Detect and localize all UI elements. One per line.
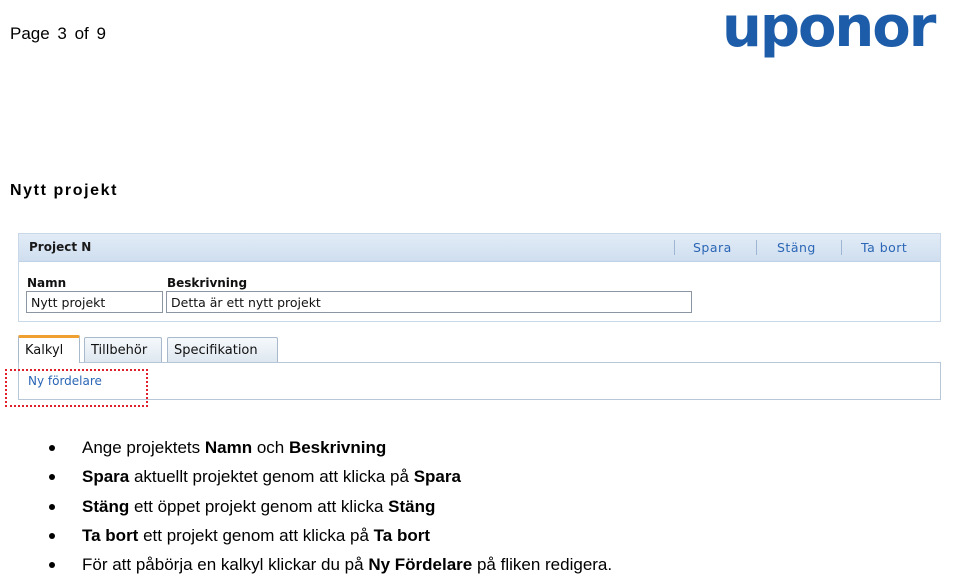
- section-title: Nytt projekt: [10, 182, 119, 199]
- save-link[interactable]: Spara: [693, 240, 732, 255]
- bold-text: Ta bort: [373, 526, 431, 545]
- separator: [756, 240, 757, 255]
- bold-text: Spara: [413, 467, 461, 486]
- project-panel: Project N Spara Stäng Ta bort Namn Beskr…: [18, 233, 941, 322]
- text: aktuellt projektet genom att klicka på: [129, 467, 414, 486]
- list-item: Ta bort ett projekt genom att klicka på …: [48, 526, 431, 546]
- tab-tillbehor[interactable]: Tillbehör: [84, 337, 162, 363]
- description-field[interactable]: [166, 291, 692, 313]
- text: För att påbörja en kalkyl klickar du på: [82, 555, 369, 574]
- name-label: Namn: [27, 276, 67, 290]
- project-title: Project N: [29, 240, 92, 254]
- bold-text: Ta bort: [82, 526, 139, 545]
- close-link[interactable]: Stäng: [777, 240, 816, 255]
- separator: [841, 240, 842, 255]
- separator: [674, 240, 675, 255]
- tab-specifikation[interactable]: Specifikation: [167, 337, 278, 363]
- delete-link[interactable]: Ta bort: [861, 240, 907, 255]
- page-number: Page 3 of 9: [10, 24, 106, 43]
- bold-text: Ny Fördelare: [368, 555, 473, 574]
- text: ett projekt genom att klicka på: [138, 526, 374, 545]
- svg-text:uponor: uponor: [722, 0, 937, 60]
- bold-text: Beskrivning: [288, 438, 387, 457]
- new-distributor-link[interactable]: Ny fördelare: [28, 374, 102, 388]
- uponor-logo: uponor: [722, 0, 939, 60]
- list-item: Ange projektets Namn och Beskrivning: [48, 438, 387, 458]
- list-item: För att påbörja en kalkyl klickar du på …: [48, 555, 613, 575]
- text: och: [252, 438, 289, 457]
- text: ett öppet projekt genom att klicka: [129, 497, 389, 516]
- tab-content: [18, 362, 941, 400]
- text: Ange projektets: [82, 438, 205, 457]
- panel-header: Project N Spara Stäng Ta bort: [19, 234, 940, 262]
- bold-text: Spara: [82, 467, 130, 486]
- bold-text: Namn: [204, 438, 253, 457]
- bold-text: Stäng: [388, 497, 436, 516]
- tab-kalkyl[interactable]: Kalkyl: [18, 335, 80, 363]
- list-item: Stäng ett öppet projekt genom att klicka…: [48, 497, 436, 517]
- text: på fliken redigera.: [472, 555, 613, 574]
- list-item: Spara aktuellt projektet genom att klick…: [49, 467, 461, 487]
- description-label: Beskrivning: [167, 276, 248, 290]
- name-field[interactable]: [26, 291, 163, 313]
- bold-text: Stäng: [82, 497, 130, 516]
